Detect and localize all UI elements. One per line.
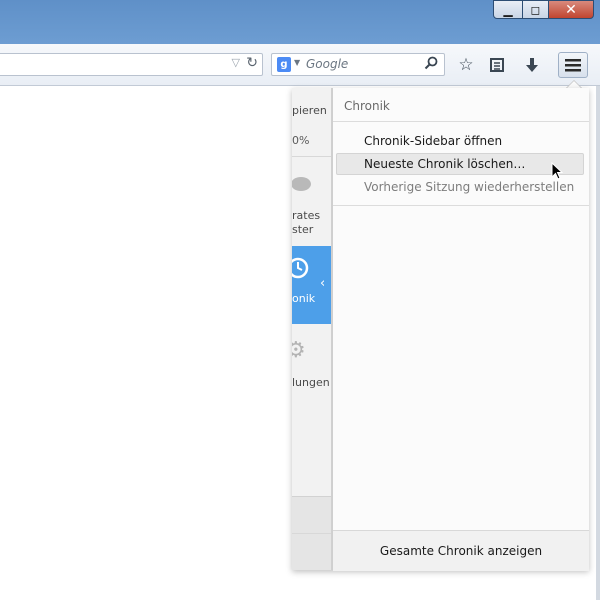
subview-title: Chronik <box>344 99 390 113</box>
bookmarks-list-icon[interactable] <box>486 54 508 76</box>
zoom-level-label: 0% <box>292 134 310 147</box>
clear-recent-history-item[interactable]: Neueste Chronik löschen… <box>336 153 584 175</box>
menu-panel: pieren 0% rates ster ‹ onik ⚙ lungen Chr… <box>292 88 589 571</box>
mainview-footer <box>292 496 331 570</box>
mouse-cursor-icon <box>551 161 564 184</box>
subview-items-separator <box>333 205 589 206</box>
search-bar[interactable]: g ▼ Google <box>271 53 445 76</box>
panel-mainview: pieren 0% rates ster ‹ onik ⚙ lungen <box>292 88 332 570</box>
maximize-icon: ◻ <box>530 2 541 17</box>
mainview-separator <box>292 156 331 157</box>
window-titlebar: ▁ ◻ ✕ <box>0 0 600 44</box>
history-button-selected[interactable]: ‹ onik <box>292 246 331 324</box>
restore-previous-session-item[interactable]: Vorherige Sitzung wiederherstellen <box>336 176 584 198</box>
mainview-copy-label[interactable]: pieren <box>292 104 327 117</box>
subview-header-separator <box>333 121 589 122</box>
history-subview: Chronik Chronik-Sidebar öffnen Neueste C… <box>332 88 589 571</box>
search-icon[interactable] <box>424 56 438 74</box>
mainview-footer-separator <box>292 533 331 534</box>
settings-gear-icon[interactable]: ⚙ <box>292 338 306 363</box>
navigation-toolbar: ▽ ↻ g ▼ Google ☆ <box>0 44 600 86</box>
downloads-icon[interactable] <box>521 54 543 76</box>
history-dropdown-icon[interactable]: ▽ <box>232 56 240 69</box>
minimize-button[interactable]: ▁ <box>493 0 523 19</box>
open-history-sidebar-item[interactable]: Chronik-Sidebar öffnen <box>336 130 584 152</box>
reload-icon[interactable]: ↻ <box>246 55 258 71</box>
minimize-icon: ▁ <box>503 2 513 17</box>
settings-label[interactable]: lungen <box>292 376 330 389</box>
private-window-label[interactable]: rates <box>292 209 320 222</box>
maximize-button[interactable]: ◻ <box>522 0 549 19</box>
close-icon: ✕ <box>565 1 577 18</box>
url-bar[interactable]: ▽ ↻ <box>0 53 263 76</box>
chevron-left-icon: ‹ <box>320 276 326 291</box>
private-window-icon[interactable] <box>292 174 312 199</box>
google-engine-icon[interactable]: g <box>277 57 291 72</box>
engine-dropdown-icon[interactable]: ▼ <box>294 58 300 67</box>
bookmark-star-icon[interactable]: ☆ <box>455 54 477 76</box>
window-edge <box>596 86 600 600</box>
private-window-label-2[interactable]: ster <box>292 223 313 236</box>
show-all-history-button[interactable]: Gesamte Chronik anzeigen <box>333 530 589 571</box>
history-clock-icon <box>292 257 309 279</box>
history-button-label: onik <box>292 292 316 305</box>
search-placeholder: Google <box>306 57 349 71</box>
menu-button[interactable] <box>558 52 588 78</box>
hamburger-icon <box>565 59 581 72</box>
close-button[interactable]: ✕ <box>548 0 594 19</box>
